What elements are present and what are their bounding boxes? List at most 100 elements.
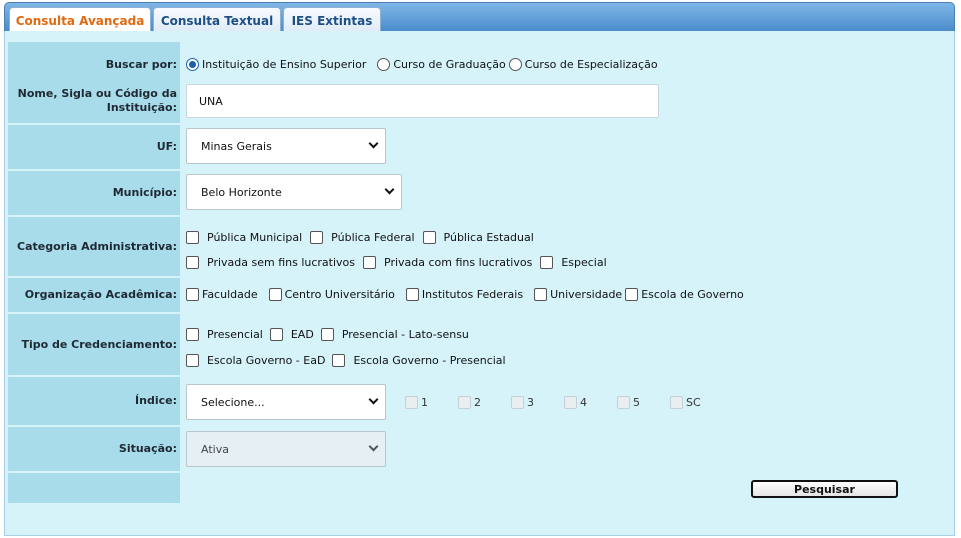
- tab-ies-extintas[interactable]: IES Extintas: [283, 7, 381, 33]
- checkbox-indice-2-label: 2: [474, 396, 481, 409]
- checkbox-especial-box[interactable]: [540, 256, 554, 269]
- checkbox-indice-4[interactable]: 4: [564, 396, 587, 409]
- checkbox-privada-com-fins-label: Privada com fins lucrativos: [384, 256, 533, 269]
- checkbox-indice-sc[interactable]: SC: [670, 396, 701, 409]
- organizacao-options: Faculdade Centro Universitário Instituto…: [186, 288, 744, 301]
- checkbox-presencial-box[interactable]: [186, 328, 199, 341]
- checkbox-universidade-box[interactable]: [534, 288, 548, 301]
- checkbox-universidade[interactable]: Universidade: [534, 288, 622, 301]
- checkbox-privada-com-fins-box[interactable]: [363, 256, 377, 269]
- row-situacao: Situação: Ativa: [8, 427, 953, 471]
- checkbox-publica-municipal-label: Pública Municipal: [207, 231, 303, 244]
- checkbox-faculdade-label: Faculdade: [202, 288, 258, 301]
- checkbox-privada-sem-fins-box[interactable]: [186, 256, 199, 269]
- buscar-por-options: Instituição de Ensino Superior Curso de …: [186, 58, 658, 71]
- municipio-label: Município:: [8, 171, 180, 215]
- checkbox-indice-5[interactable]: 5: [617, 396, 640, 409]
- checkbox-indice-5-box[interactable]: [617, 396, 630, 409]
- checkbox-publica-estadual-box[interactable]: [422, 231, 436, 244]
- row-credenciamento: Tipo de Credenciamento: Presencial EAD P…: [8, 314, 953, 375]
- indice-options: 1 2 3 4 5 SC: [405, 396, 701, 409]
- categoria-options-line-1: Pública Municipal Pública Federal Públic…: [186, 231, 534, 244]
- checkbox-escola-governo-ead-box[interactable]: [186, 354, 199, 367]
- radio-curso-graduacao-label: Curso de Graduação: [393, 58, 506, 71]
- chevron-down-icon: [368, 441, 379, 452]
- checkbox-escola-governo-label: Escola de Governo: [641, 288, 744, 301]
- checkbox-escola-governo-presencial[interactable]: Escola Governo - Presencial: [332, 354, 506, 367]
- checkbox-centro-universitario[interactable]: Centro Universitário: [268, 288, 395, 301]
- checkbox-publica-federal-box[interactable]: [310, 231, 324, 244]
- credenciamento-label: Tipo de Credenciamento:: [8, 314, 180, 375]
- uf-select[interactable]: Minas Gerais: [186, 128, 386, 164]
- checkbox-ead-box[interactable]: [269, 328, 283, 341]
- checkbox-ead[interactable]: EAD: [269, 328, 314, 341]
- uf-label: UF:: [8, 125, 180, 169]
- indice-select[interactable]: Selecione...: [186, 384, 386, 420]
- checkbox-presencial-lato-sensu-box[interactable]: [320, 328, 334, 341]
- checkbox-publica-municipal[interactable]: Pública Municipal: [186, 231, 302, 244]
- nome-label: Nome, Sigla ou Código da Instituição:: [8, 79, 180, 123]
- indice-label: Índice:: [8, 377, 180, 425]
- checkbox-indice-2-box[interactable]: [458, 396, 471, 409]
- checkbox-indice-2[interactable]: 2: [458, 396, 481, 409]
- checkbox-indice-3[interactable]: 3: [511, 396, 534, 409]
- situacao-select[interactable]: Ativa: [186, 431, 386, 467]
- nome-input[interactable]: UNA: [186, 84, 659, 118]
- radio-curso-especializacao[interactable]: Curso de Especialização: [508, 58, 658, 71]
- categoria-label: Categoria Administrativa:: [8, 217, 180, 276]
- pesquisar-button[interactable]: Pesquisar: [751, 480, 898, 498]
- categoria-options-line-2: Privada sem fins lucrativos Privada com …: [186, 256, 607, 269]
- municipio-select[interactable]: Belo Horizonte: [186, 174, 402, 210]
- checkbox-publica-federal[interactable]: Pública Federal: [310, 231, 415, 244]
- checkbox-faculdade-box[interactable]: [186, 288, 199, 301]
- checkbox-indice-1-box[interactable]: [405, 396, 418, 409]
- uf-select-value: Minas Gerais: [201, 139, 272, 153]
- chevron-down-icon: [384, 184, 395, 195]
- radio-curso-graduacao-control[interactable]: [377, 58, 391, 71]
- checkbox-centro-universitario-box[interactable]: [268, 288, 282, 301]
- row-uf: UF: Minas Gerais: [8, 125, 953, 169]
- checkbox-privada-com-fins[interactable]: Privada com fins lucrativos: [363, 256, 532, 269]
- checkbox-faculdade[interactable]: Faculdade: [186, 288, 258, 301]
- checkbox-publica-municipal-box[interactable]: [186, 231, 199, 244]
- checkbox-indice-4-label: 4: [580, 396, 587, 409]
- tab-consulta-avancada[interactable]: Consulta Avançada: [9, 7, 151, 33]
- checkbox-indice-4-box[interactable]: [564, 396, 577, 409]
- radio-ies[interactable]: Instituição de Ensino Superior: [186, 58, 366, 71]
- checkbox-escola-governo-presencial-label: Escola Governo - Presencial: [353, 354, 506, 367]
- checkbox-centro-universitario-label: Centro Universitário: [284, 288, 395, 301]
- radio-ies-control[interactable]: [186, 58, 199, 71]
- checkbox-institutos-federais-box[interactable]: [405, 288, 419, 301]
- checkbox-indice-sc-box[interactable]: [670, 396, 683, 409]
- checkbox-escola-governo[interactable]: Escola de Governo: [625, 288, 744, 301]
- checkbox-publica-federal-label: Pública Federal: [331, 231, 415, 244]
- checkbox-indice-3-label: 3: [527, 396, 534, 409]
- checkbox-indice-1-label: 1: [421, 396, 428, 409]
- row-categoria: Categoria Administrativa: Pública Munici…: [8, 217, 953, 276]
- credenciamento-options-line-1: Presencial EAD Presencial - Lato-sensu: [186, 328, 469, 341]
- chevron-down-icon: [368, 138, 379, 149]
- radio-curso-especializacao-control[interactable]: [508, 58, 522, 71]
- checkbox-indice-1[interactable]: 1: [405, 396, 428, 409]
- checkbox-privada-sem-fins[interactable]: Privada sem fins lucrativos: [186, 256, 355, 269]
- checkbox-institutos-federais[interactable]: Institutos Federais: [405, 288, 524, 301]
- situacao-select-value: Ativa: [201, 442, 229, 456]
- municipio-select-value: Belo Horizonte: [201, 185, 282, 199]
- checkbox-indice-3-box[interactable]: [511, 396, 524, 409]
- checkbox-presencial-lato-sensu-label: Presencial - Lato-sensu: [341, 328, 469, 341]
- checkbox-privada-sem-fins-label: Privada sem fins lucrativos: [207, 256, 356, 269]
- checkbox-indice-sc-label: SC: [686, 396, 701, 409]
- checkbox-institutos-federais-label: Institutos Federais: [421, 288, 524, 301]
- checkbox-escola-governo-presencial-box[interactable]: [332, 354, 346, 367]
- checkbox-presencial[interactable]: Presencial: [186, 328, 263, 341]
- checkbox-presencial-lato-sensu[interactable]: Presencial - Lato-sensu: [320, 328, 469, 341]
- checkbox-especial[interactable]: Especial: [540, 256, 607, 269]
- checkbox-publica-estadual[interactable]: Pública Estadual: [422, 231, 534, 244]
- checkbox-escola-governo-ead[interactable]: Escola Governo - EaD: [186, 354, 325, 367]
- tab-consulta-textual[interactable]: Consulta Textual: [153, 7, 281, 33]
- radio-curso-graduacao[interactable]: Curso de Graduação: [377, 58, 506, 71]
- checkbox-ead-label: EAD: [290, 328, 314, 341]
- checkbox-escola-governo-box[interactable]: [625, 288, 639, 301]
- radio-ies-label: Instituição de Ensino Superior: [202, 58, 367, 71]
- indice-select-value: Selecione...: [201, 395, 265, 409]
